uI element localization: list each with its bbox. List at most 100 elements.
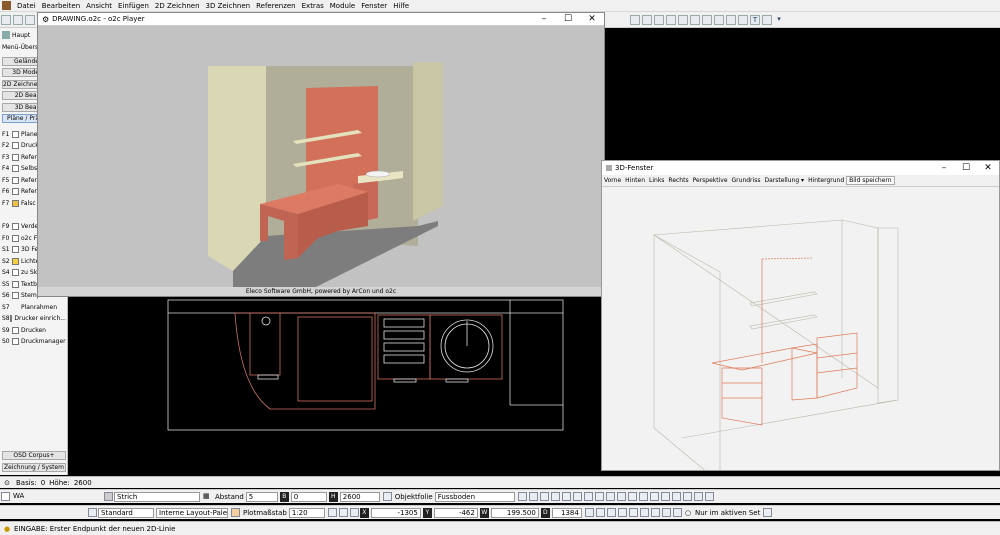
text-style-icon[interactable] [638,492,648,501]
floor-plan-drawing[interactable] [110,297,605,475]
close-icon[interactable]: ✕ [580,13,604,25]
save-icon[interactable] [25,14,35,25]
layer-field[interactable]: WA [11,492,101,502]
zoom-window-icon[interactable] [654,14,664,25]
zoom-all-icon[interactable] [666,14,676,25]
layer-checkbox[interactable] [1,492,10,501]
3d-window[interactable]: 3D-Fenster – ☐ ✕ Vorne Hinten Links Rech… [601,160,1000,471]
abstand-field[interactable]: 5 [245,491,278,502]
nav-last-icon[interactable] [550,492,560,501]
menu-darstellung[interactable]: Darstellung ▾ [762,177,806,184]
menu-bearbeiten[interactable]: Bearbeiten [39,0,83,12]
menu-3d-zeichnen[interactable]: 3D Zeichnen [203,0,254,12]
snap-icon[interactable] [561,492,571,501]
nav-prev-icon[interactable] [528,492,538,501]
close-icon[interactable]: ✕ [977,161,999,175]
text-tool-icon[interactable]: T [750,14,760,25]
snap-nearest-icon[interactable] [650,508,660,517]
snap-midpoint-icon[interactable] [595,508,605,517]
set-icon[interactable] [763,508,773,517]
dimension-icon[interactable] [649,492,659,501]
circle-tool-icon[interactable] [726,14,736,25]
menu-links[interactable]: Links [647,177,666,184]
polygon-tool-icon[interactable] [738,14,748,25]
d-coord-field[interactable]: 1384 [551,507,582,518]
menu-rechts[interactable]: Rechts [666,177,690,184]
menu-ansicht[interactable]: Ansicht [83,0,115,12]
maximize-icon[interactable]: ☐ [955,161,977,175]
nav-next-icon[interactable] [539,492,549,501]
osd-corpus-button[interactable]: OSD Corpus+ [2,451,66,460]
grid-tool-icon[interactable] [762,14,772,25]
minimize-icon[interactable]: – [532,13,556,25]
menu-bild-speichern[interactable]: Bild speichern [846,176,895,185]
menu-fenster[interactable]: Fenster [358,0,390,12]
menu-einfuegen[interactable]: Einfügen [115,0,152,12]
menu-2d-zeichnen[interactable]: 2D Zeichnen [152,0,203,12]
nav-first-icon[interactable] [517,492,527,501]
3d-window-title-bar[interactable]: 3D-Fenster – ☐ ✕ [602,161,999,175]
plot-scale-select[interactable]: 1:20 [288,507,325,518]
menu-hinten[interactable]: Hinten [623,177,647,184]
snap-endpoint-icon[interactable] [584,508,594,517]
measure-icon[interactable] [605,492,615,501]
print-preview-icon[interactable] [349,508,359,517]
table-icon[interactable] [338,508,348,517]
menu-referenzen[interactable]: Referenzen [253,0,299,12]
o2c-3d-viewport[interactable] [38,26,604,288]
snap-tangent-icon[interactable] [639,508,649,517]
angle-icon[interactable] [594,492,604,501]
render-icon[interactable] [682,492,692,501]
camera-icon[interactable] [704,492,714,501]
library-icon[interactable] [671,492,681,501]
b-field[interactable]: 0 [290,491,327,502]
fkey-s8[interactable]: S8 Drucker einrich... [2,313,66,323]
fkey-s9[interactable]: S9 Drucken [2,325,66,335]
select-icon[interactable] [630,14,640,25]
ortho-icon[interactable] [583,492,593,501]
line-color-icon[interactable] [104,492,113,501]
hatch-icon[interactable] [616,492,626,501]
fkey-s0[interactable]: S0 Druckmanager [2,336,66,346]
maximize-icon[interactable]: ☐ [556,13,580,25]
x-coord-field[interactable]: -1305 [370,507,421,518]
menu-vorne[interactable]: Vorne [602,177,623,184]
line-type-select[interactable]: Strich [114,491,200,502]
style-color-icon[interactable] [88,508,97,517]
w-coord-field[interactable]: 199.500 [490,507,539,518]
light-icon[interactable] [693,492,703,501]
menu-perspektive[interactable]: Perspektive [691,177,730,184]
rectangle-tool-icon[interactable] [702,14,712,25]
minimize-icon[interactable]: – [933,161,955,175]
y-coord-field[interactable]: -462 [433,507,478,518]
fkey-s7[interactable]: S7 Planrahmen [2,302,66,312]
snap-center-icon[interactable] [606,508,616,517]
h-field[interactable]: 2600 [339,491,380,502]
grid-snap-icon[interactable] [572,492,582,501]
menu-hintergrund[interactable]: Hintergrund [806,177,846,184]
menu-module[interactable]: Module [327,0,358,12]
menu-hilfe[interactable]: Hilfe [390,0,412,12]
o2c-player-window[interactable]: ⚙ DRAWING.o2c - o2c Player – ☐ ✕ Eleco S… [37,12,605,297]
3d-wireframe-viewport[interactable] [602,188,999,470]
arc-tool-icon[interactable] [714,14,724,25]
snap-grid-icon[interactable] [672,508,682,517]
symbol-icon[interactable] [660,492,670,501]
snap-quadrant-icon[interactable] [661,508,671,517]
line-tool-icon[interactable] [690,14,700,25]
objektfolie-label[interactable]: Objektfolie [393,493,435,501]
zeichnung-system-button[interactable]: Zeichnung / System [2,463,66,472]
style-select[interactable]: Standard [98,507,154,518]
paper-icon[interactable] [327,508,337,517]
pan-icon[interactable] [678,14,688,25]
new-file-icon[interactable] [1,14,11,25]
menu-datei[interactable]: Datei [14,0,39,12]
floor-select[interactable]: Fussboden [434,491,515,502]
snap-perpendicular-icon[interactable] [628,508,638,517]
snap-intersect-icon[interactable] [617,508,627,517]
o2c-title-bar[interactable]: ⚙ DRAWING.o2c - o2c Player – ☐ ✕ [38,13,604,26]
layout-palette-select[interactable]: Interne Layout-Paletti [156,507,228,518]
menu-grundriss[interactable]: Grundriss [730,177,763,184]
active-set-radio[interactable]: ○ [685,509,691,517]
fill-icon[interactable] [627,492,637,501]
